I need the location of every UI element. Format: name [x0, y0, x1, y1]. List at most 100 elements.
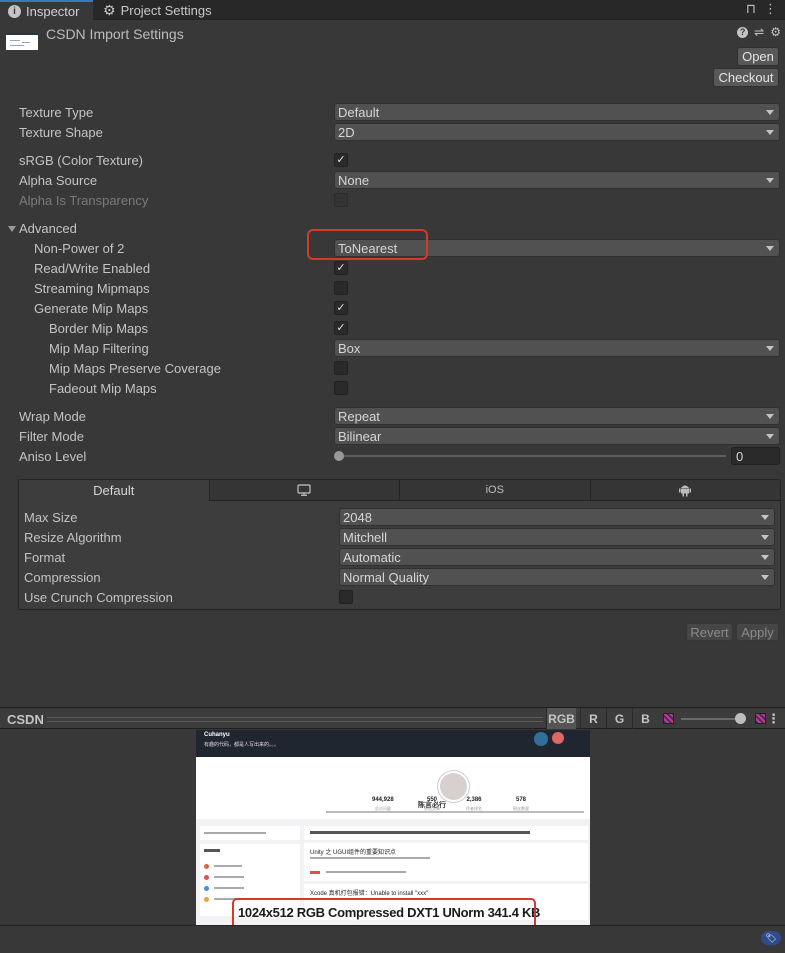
fadeout-mip-maps-label: Fadeout Mip Maps [49, 381, 157, 396]
aniso-level-label: Aniso Level [19, 449, 87, 464]
help-icon[interactable]: ? [737, 26, 749, 38]
aniso-level-slider-thumb[interactable] [334, 451, 344, 461]
compression-label: Compression [24, 570, 101, 585]
window-tab-bar: i Inspector ⚙ Project Settings ⊓ ⋮ [0, 0, 785, 20]
channel-b-button[interactable]: B [632, 708, 658, 729]
image-profile-desc [326, 811, 584, 813]
image-banner-sub: 有趣的代码，都是人写出来的。。。 [204, 742, 280, 748]
filter-mode-value: Bilinear [338, 428, 382, 444]
checkout-button[interactable]: Checkout [713, 68, 779, 87]
tab-project-settings[interactable]: ⚙ Project Settings [95, 0, 220, 20]
border-mip-maps-checkbox[interactable]: ✓ [334, 321, 348, 335]
platform-tab-standalone[interactable] [209, 480, 400, 501]
preview-drag-handle[interactable] [47, 717, 543, 722]
mip-maps-preserve-coverage-checkbox[interactable] [334, 361, 348, 375]
compression-dropdown[interactable]: Normal Quality [339, 568, 775, 586]
texture-preview: Cuhanyu 有趣的代码，都是人写出来的。。。 陈言必行 944,928 总访问… [0, 730, 785, 925]
resize-algorithm-value: Mitchell [343, 529, 388, 545]
texture-type-dropdown[interactable]: Default [334, 103, 780, 121]
annotation-highlight-non-power-of-2 [307, 229, 428, 260]
aniso-level-slider[interactable] [338, 455, 726, 457]
lock-icon[interactable]: ⊓ [746, 1, 756, 17]
image-nav-tabs [304, 826, 588, 840]
advanced-foldout[interactable]: Advanced [19, 221, 77, 236]
platform-tab-default[interactable]: Default [19, 480, 210, 501]
gear-icon: ⚙ [103, 1, 116, 18]
max-size-label: Max Size [24, 510, 78, 525]
tab-inspector[interactable]: i Inspector [0, 0, 93, 20]
image-stat: 578 粉丝数量 [513, 797, 529, 811]
mip-level-slider-thumb[interactable] [735, 713, 746, 724]
window-menu-icon[interactable]: ⋮ [764, 1, 777, 17]
compression-value: Normal Quality [343, 569, 429, 585]
channel-g-button[interactable]: G [606, 708, 632, 729]
aniso-level-field[interactable]: 0 [731, 447, 780, 465]
wrap-mode-value: Repeat [338, 408, 380, 424]
apply-button[interactable]: Apply [736, 623, 779, 641]
format-label: Format [24, 550, 66, 565]
resize-algorithm-dropdown[interactable]: Mitchell [339, 528, 775, 546]
mip-map-filtering-value: Box [338, 340, 361, 356]
border-mip-maps-label: Border Mip Maps [49, 321, 148, 336]
chevron-down-icon [761, 535, 769, 540]
chevron-down-icon [766, 246, 774, 251]
fadeout-mip-maps-checkbox[interactable] [334, 381, 348, 395]
mip-maps-preserve-coverage-label: Mip Maps Preserve Coverage [49, 361, 221, 376]
preview-menu-icon[interactable]: ⋮ [767, 711, 780, 727]
image-profile-card: 陈言必行 944,928 总访问量 550 原创文章 2,386 作者排名 578 粉丝… [196, 757, 590, 819]
monitor-icon [297, 484, 311, 496]
foldout-arrow-icon[interactable] [8, 226, 16, 232]
image-sidebar-date [200, 826, 300, 840]
mip-low-icon [663, 713, 674, 724]
tab-project-settings-label: Project Settings [120, 2, 212, 18]
read-write-checkbox[interactable]: ✓ [334, 261, 348, 275]
platform-tab-ios[interactable]: iOS [400, 480, 591, 501]
generate-mip-maps-checkbox[interactable]: ✓ [334, 301, 348, 315]
image-stat: 944,928 总访问量 [372, 797, 394, 811]
alpha-source-value: None [338, 172, 370, 188]
mip-high-icon [755, 713, 766, 724]
format-dropdown[interactable]: Automatic [339, 548, 775, 566]
chevron-down-icon [766, 346, 774, 351]
texture-type-value: Default [338, 104, 380, 120]
texture-type-label: Texture Type [19, 105, 94, 120]
image-stat: 550 原创文章 [424, 797, 440, 811]
inspector-header: CSDN Import Settings ? ⇌ ⚙ Open Checkout [0, 21, 785, 91]
chevron-down-icon [761, 515, 769, 520]
settings-icon[interactable]: ⚙ [770, 25, 781, 39]
filter-mode-dropdown[interactable]: Bilinear [334, 427, 780, 445]
tab-inspector-label: Inspector [26, 3, 80, 19]
preview-toolbar: CSDN RGB R G B ⋮ [0, 707, 785, 729]
preview-title: CSDN [7, 712, 44, 727]
channel-rgb-button[interactable]: RGB [546, 708, 576, 729]
mip-map-filtering-dropdown[interactable]: Box [334, 339, 780, 357]
chevron-down-icon [766, 434, 774, 439]
channel-r-button[interactable]: R [580, 708, 606, 729]
presets-icon[interactable]: ⇌ [754, 25, 764, 39]
inspector-title: CSDN Import Settings [46, 26, 184, 42]
globe-image [534, 732, 548, 746]
use-crunch-compression-checkbox[interactable] [339, 590, 353, 604]
alpha-source-dropdown[interactable]: None [334, 171, 780, 189]
alpha-source-label: Alpha Source [19, 173, 98, 188]
texture-shape-label: Texture Shape [19, 125, 103, 140]
max-size-dropdown[interactable]: 2048 [339, 508, 775, 526]
open-button[interactable]: Open [737, 47, 779, 66]
generate-mip-maps-label: Generate Mip Maps [34, 301, 149, 316]
platform-tab-android[interactable] [590, 480, 780, 501]
texture-shape-value: 2D [338, 124, 355, 140]
srgb-checkbox[interactable]: ✓ [334, 153, 348, 167]
chevron-down-icon [766, 110, 774, 115]
asset-labels-bar: 🏷 [0, 925, 785, 953]
streaming-mipmaps-checkbox[interactable] [334, 281, 348, 295]
texture-shape-dropdown[interactable]: 2D [334, 123, 780, 141]
chevron-down-icon [761, 575, 769, 580]
asset-label-icon[interactable]: 🏷 [761, 931, 781, 945]
revert-button[interactable]: Revert [686, 623, 733, 641]
image-banner: Cuhanyu 有趣的代码，都是人写出来的。。。 [196, 730, 590, 757]
mip-level-slider[interactable] [681, 718, 739, 720]
read-write-label: Read/Write Enabled [34, 261, 151, 276]
chevron-down-icon [766, 414, 774, 419]
image-banner-name: Cuhanyu [204, 732, 230, 738]
wrap-mode-dropdown[interactable]: Repeat [334, 407, 780, 425]
